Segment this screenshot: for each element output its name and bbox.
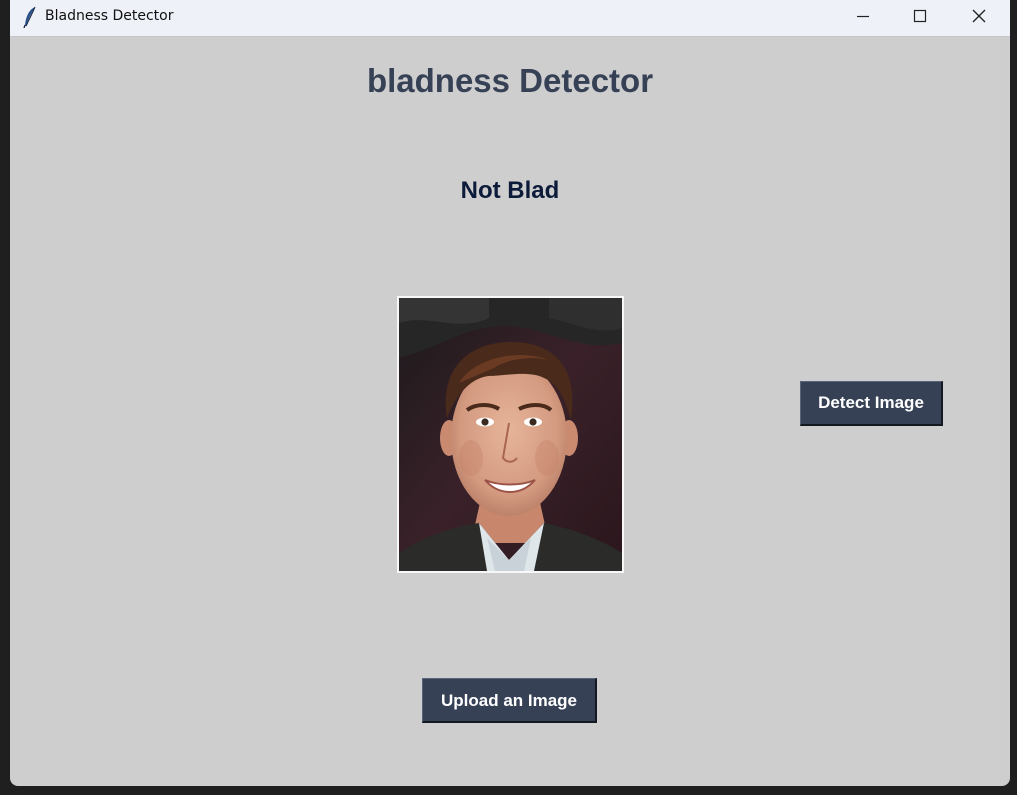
detection-result: Not Blad xyxy=(460,177,560,204)
minimize-button[interactable] xyxy=(835,0,893,34)
app-heading: bladness Detector xyxy=(366,62,654,99)
detect-image-button[interactable]: Detect Image xyxy=(800,381,943,426)
maximize-icon xyxy=(913,9,927,23)
uploaded-image xyxy=(397,296,624,573)
close-button[interactable] xyxy=(951,0,1009,34)
window-title: Bladness Detector xyxy=(45,8,174,24)
portrait-image xyxy=(399,298,622,571)
feather-icon xyxy=(23,6,36,28)
minimize-icon xyxy=(857,15,869,18)
upload-image-button[interactable]: Upload an Image xyxy=(422,678,597,723)
app-window: Bladness Detector bladness Detector Not … xyxy=(10,0,1010,786)
close-icon xyxy=(972,9,986,23)
title-bar[interactable]: Bladness Detector xyxy=(10,0,1010,37)
maximize-button[interactable] xyxy=(892,0,950,34)
